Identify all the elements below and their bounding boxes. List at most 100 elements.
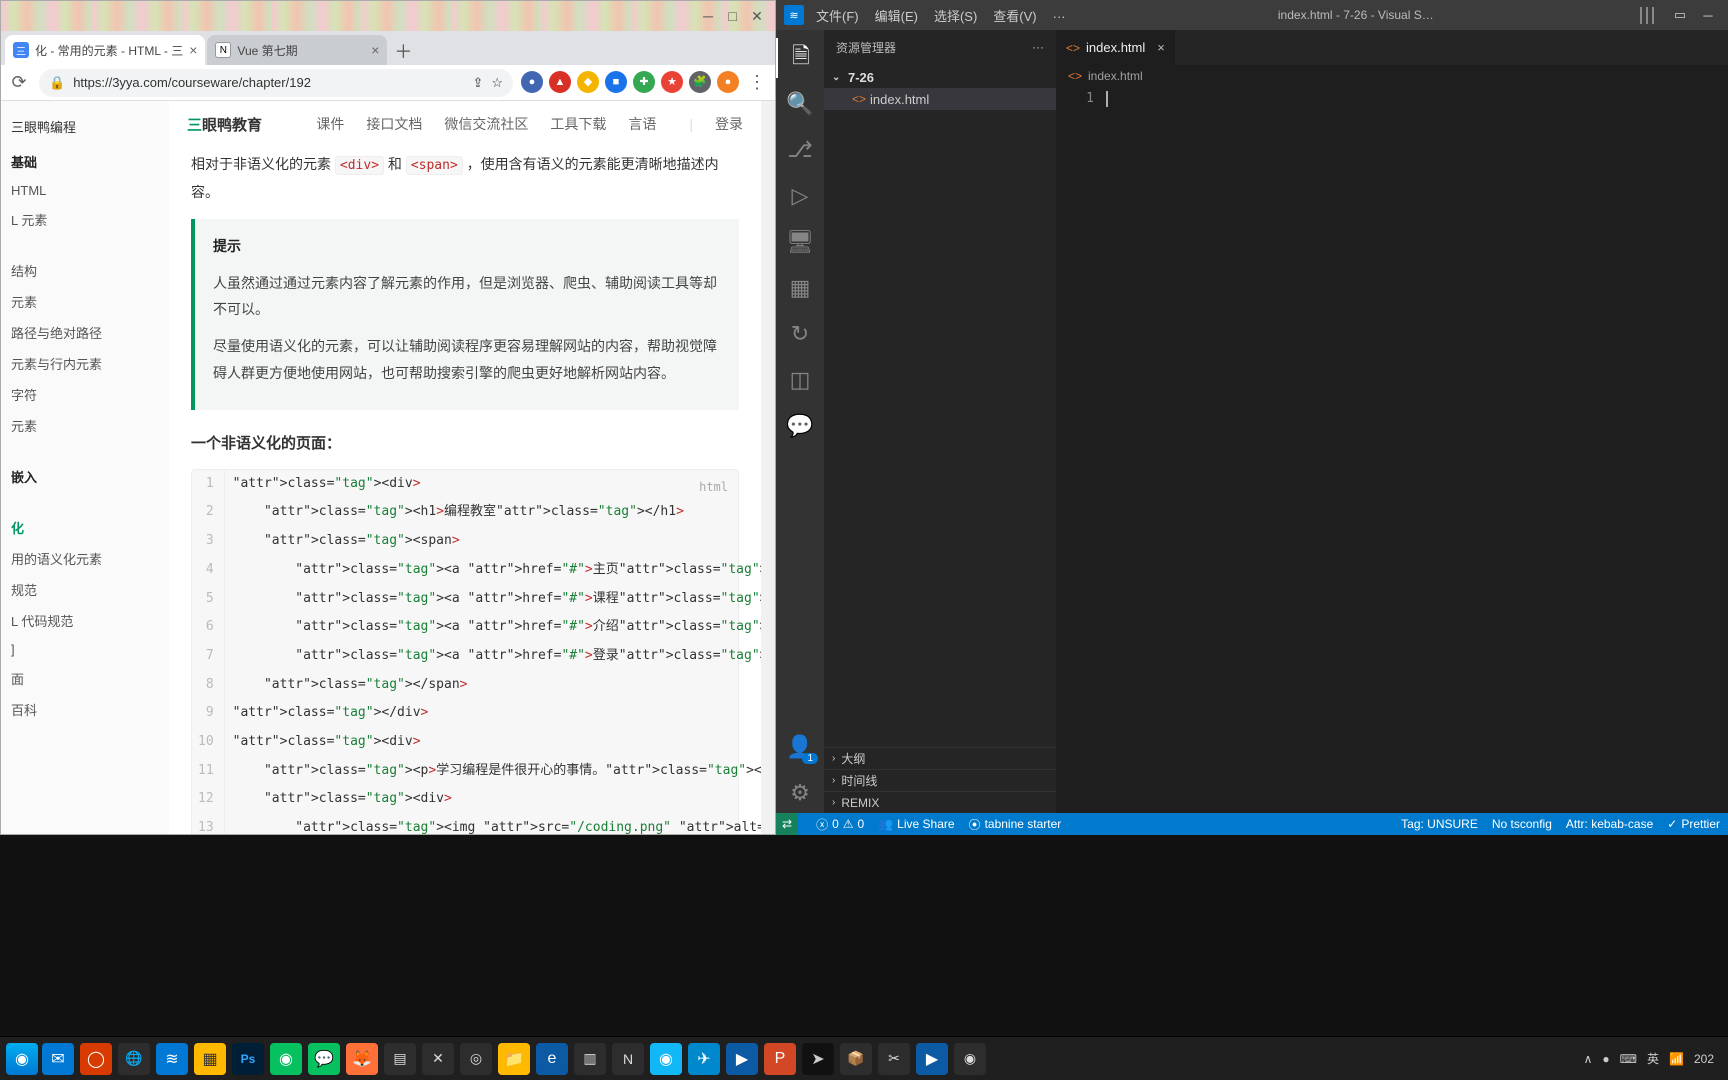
- taskbar-app-icon[interactable]: Ps: [232, 1043, 264, 1075]
- tsconfig-status[interactable]: No tsconfig: [1492, 817, 1552, 831]
- sidebar-item[interactable]: 元素: [9, 286, 161, 317]
- remote-explorer-icon[interactable]: 🖥: [776, 222, 824, 262]
- remote-indicator[interactable]: ⇄: [776, 813, 798, 835]
- package-icon[interactable]: ◫: [776, 360, 824, 400]
- kebab-menu-icon[interactable]: ⋮: [745, 71, 769, 95]
- comment-icon[interactable]: 💬: [776, 406, 824, 446]
- liveshare-status[interactable]: 👥 Live Share: [878, 817, 954, 831]
- nav-link[interactable]: 课件: [316, 116, 344, 132]
- sidebar-item[interactable]: 规范: [9, 574, 161, 605]
- sidebar-item[interactable]: L 代码规范: [9, 605, 161, 636]
- taskbar-app-icon[interactable]: ◉: [954, 1043, 986, 1075]
- menu-item[interactable]: 文件(F): [808, 9, 867, 24]
- liveshare-icon[interactable]: ↻: [776, 314, 824, 354]
- search-icon[interactable]: 🔍: [776, 84, 824, 124]
- tree-file[interactable]: <> index.html: [824, 88, 1056, 110]
- taskbar-app-icon[interactable]: ◉: [650, 1043, 682, 1075]
- taskbar-app-icon[interactable]: ▥: [574, 1043, 606, 1075]
- editor-breadcrumb[interactable]: <> index.html: [1056, 65, 1728, 87]
- editor-body[interactable]: 1: [1056, 87, 1728, 813]
- sidebar-item[interactable]: 元素: [9, 410, 161, 441]
- attr-status[interactable]: Attr: kebab-case: [1566, 817, 1653, 831]
- menu-item[interactable]: 编辑(E): [867, 9, 926, 24]
- extension-icon[interactable]: ✚: [633, 71, 655, 93]
- prettier-status[interactable]: Prettier: [1667, 817, 1720, 831]
- system-tray[interactable]: ∧ ● ⌨ 英 📶 202: [1584, 1050, 1722, 1067]
- taskbar-app-icon[interactable]: ◯: [80, 1043, 112, 1075]
- maximize-icon[interactable]: □: [723, 6, 743, 26]
- tray-item[interactable]: 📶: [1669, 1052, 1684, 1066]
- tray-item[interactable]: ⌨: [1620, 1052, 1637, 1066]
- close-icon[interactable]: ✕: [747, 6, 767, 26]
- browser-tab-inactive[interactable]: N Vue 第七期 ×: [207, 35, 387, 65]
- extensions-icon[interactable]: ▦: [776, 268, 824, 308]
- panel-left-icon[interactable]: [1640, 7, 1642, 24]
- sidebar-item[interactable]: 用的语义化元素: [9, 543, 161, 574]
- panel-right-icon[interactable]: [1652, 7, 1654, 24]
- sidebar-item[interactable]: 结构: [9, 255, 161, 286]
- taskbar-app-icon[interactable]: 🦊: [346, 1043, 378, 1075]
- problems-indicator[interactable]: ⓧ 0 ⚠ 0: [816, 816, 864, 833]
- sidebar-item[interactable]: 百科: [9, 694, 161, 725]
- outline-section[interactable]: ›大纲: [824, 747, 1056, 769]
- minimize-icon[interactable]: ─: [698, 6, 718, 26]
- article-main[interactable]: 三眼鸭教育 课件接口文档微信交流社区工具下载言语 | 登录 相对于非语义化的元素…: [169, 101, 761, 834]
- taskbar-app-icon[interactable]: ➤: [802, 1043, 834, 1075]
- customize-layout-icon[interactable]: ▭: [1668, 3, 1692, 27]
- extension-icon[interactable]: ●: [521, 71, 543, 93]
- scrollbar[interactable]: [761, 101, 775, 834]
- extension-icon[interactable]: ▲: [549, 71, 571, 93]
- reload-icon[interactable]: ⟳: [7, 71, 31, 95]
- sidebar-item[interactable]: 嵌入: [9, 461, 161, 492]
- taskbar-app-icon[interactable]: ✉: [42, 1043, 74, 1075]
- tab-close-icon[interactable]: ×: [371, 42, 379, 58]
- nav-link[interactable]: 工具下载: [550, 116, 606, 132]
- tag-status[interactable]: Tag: UNSURE: [1401, 817, 1478, 831]
- nav-link[interactable]: 言语: [628, 116, 656, 132]
- taskbar-app-icon[interactable]: 📦: [840, 1043, 872, 1075]
- sidebar-item[interactable]: ]: [9, 636, 161, 663]
- taskbar-app-icon[interactable]: ✕: [422, 1043, 454, 1075]
- sidebar-item[interactable]: 面: [9, 663, 161, 694]
- extension-icon[interactable]: ■: [605, 71, 627, 93]
- sidebar-item[interactable]: 路径与绝对路径: [9, 317, 161, 348]
- remix-section[interactable]: ›REMIX: [824, 791, 1056, 813]
- sidebar-item[interactable]: 化: [9, 512, 161, 543]
- taskbar-app-icon[interactable]: P: [764, 1043, 796, 1075]
- logo[interactable]: 三眼鸭教育: [187, 114, 262, 135]
- menu-item[interactable]: 查看(V): [985, 9, 1044, 24]
- share-icon[interactable]: ⇪: [472, 75, 483, 91]
- tray-item[interactable]: ●: [1602, 1052, 1609, 1066]
- url-input[interactable]: 🔒 https://3yya.com/courseware/chapter/19…: [39, 69, 513, 97]
- tray-item[interactable]: 英: [1647, 1050, 1659, 1067]
- more-icon[interactable]: ···: [1032, 40, 1044, 54]
- tray-item[interactable]: 202: [1694, 1052, 1714, 1066]
- run-debug-icon[interactable]: ▷: [776, 176, 824, 216]
- taskbar-app-icon[interactable]: ▤: [384, 1043, 416, 1075]
- browser-tab-active[interactable]: 三 化 - 常用的元素 - HTML - 三 ×: [5, 35, 205, 65]
- taskbar-app-icon[interactable]: 🌐: [118, 1043, 150, 1075]
- source-control-icon[interactable]: ⎇: [776, 130, 824, 170]
- sidebar-item[interactable]: 基础: [9, 146, 161, 177]
- taskbar-app-icon[interactable]: ✈: [688, 1043, 720, 1075]
- taskbar-app-icon[interactable]: ▦: [194, 1043, 226, 1075]
- tree-folder[interactable]: ⌄ 7-26: [824, 66, 1056, 88]
- nav-link[interactable]: 接口文档: [366, 116, 422, 132]
- minimize-icon[interactable]: ─: [1696, 3, 1720, 27]
- panel-bottom-icon[interactable]: [1646, 7, 1648, 24]
- sidebar-item[interactable]: L 元素: [9, 204, 161, 235]
- menu-item[interactable]: ···: [1045, 9, 1074, 24]
- taskbar-app-icon[interactable]: ◉: [270, 1043, 302, 1075]
- timeline-section[interactable]: ›时间线: [824, 769, 1056, 791]
- tray-item[interactable]: ∧: [1584, 1052, 1593, 1066]
- nav-link[interactable]: 微信交流社区: [444, 116, 528, 132]
- menu-item[interactable]: 选择(S): [926, 9, 985, 24]
- taskbar-app-icon[interactable]: ▶: [726, 1043, 758, 1075]
- star-icon[interactable]: ☆: [491, 75, 503, 91]
- taskbar-app-icon[interactable]: ◎: [460, 1043, 492, 1075]
- code-area[interactable]: [1106, 87, 1728, 813]
- taskbar-app-icon[interactable]: 💬: [308, 1043, 340, 1075]
- tab-close-icon[interactable]: ×: [1157, 40, 1165, 55]
- taskbar-app-icon[interactable]: ✂: [878, 1043, 910, 1075]
- explorer-icon[interactable]: 🗎: [776, 38, 824, 78]
